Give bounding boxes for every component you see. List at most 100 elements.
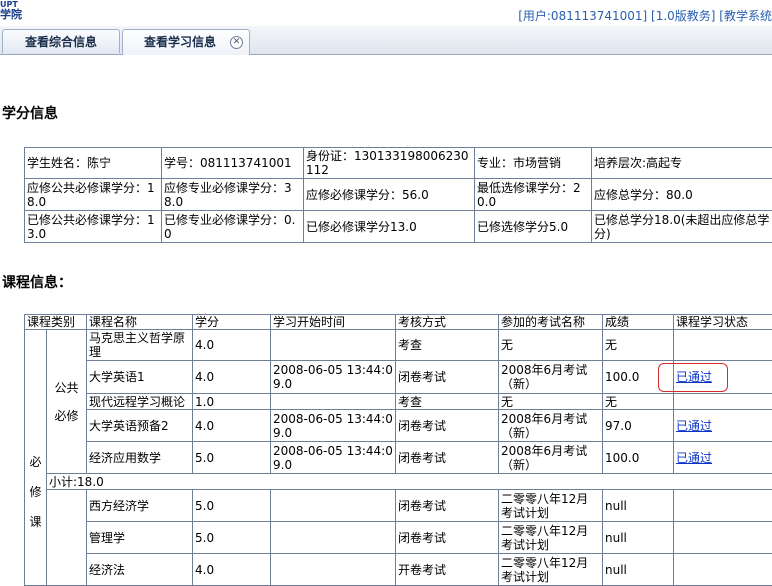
course-start: 2008-06-05 13:44:09.0 xyxy=(271,361,396,394)
course-section-title: 课程信息： xyxy=(2,272,72,292)
course-name: 大学英语预备2 xyxy=(87,410,193,442)
earned-mandatory-credit: 已修必修课学分13.0 xyxy=(304,211,475,243)
tab-study-info[interactable]: 查看学习信息 ✕ xyxy=(122,29,250,55)
header-credit: 学分 xyxy=(193,315,271,330)
header-score: 成绩 xyxy=(603,315,674,330)
tab-bar: 查看综合信息 查看学习信息 ✕ xyxy=(0,26,772,55)
course-score: 100.0 xyxy=(603,442,674,474)
course-start xyxy=(271,330,396,361)
earned-major-credit: 已修专业必修课学分：0.0 xyxy=(162,211,304,243)
student-id: 学号：081113741001 xyxy=(162,148,304,179)
course-start xyxy=(271,522,396,554)
category-public-required: 公共 必修 xyxy=(47,330,87,474)
logo-line-2: 学院 xyxy=(0,10,22,19)
course-exam-name: 无 xyxy=(499,394,603,410)
education-level: 培养层次:高起专 xyxy=(592,148,772,179)
course-exam-name: 2008年6月考试（新） xyxy=(499,410,603,442)
course-exam-name: 无 xyxy=(499,330,603,361)
course-credit: 4.0 xyxy=(193,361,271,394)
course-credit: 4.0 xyxy=(193,410,271,442)
course-name: 马克思主义哲学原理 xyxy=(87,330,193,361)
course-start xyxy=(271,394,396,410)
course-credit: 5.0 xyxy=(193,522,271,554)
course-exam-name: 二零零八年12月考试计划 xyxy=(499,490,603,522)
course-status xyxy=(674,490,772,522)
course-start xyxy=(271,554,396,586)
required-total-credit: 应修总学分：80.0 xyxy=(592,179,772,211)
public-label: 公共 xyxy=(49,381,84,395)
header-course-name: 课程名称 xyxy=(87,315,193,330)
course-exam-name: 二零零八年12月考试计划 xyxy=(499,522,603,554)
id-card: 身份证：130133198006230112 xyxy=(304,148,475,179)
course-exam-name: 二零零八年12月考试计划 xyxy=(499,554,603,586)
course-exam-type: 考查 xyxy=(396,394,499,410)
course-exam-name: 2008年6月考试（新） xyxy=(499,361,603,394)
table-row: 大学英语预备2 4.0 2008-06-05 13:44:09.0 闭卷考试 2… xyxy=(25,410,772,442)
course-name: 大学英语1 xyxy=(87,361,193,394)
course-start: 2008-06-05 13:44:09.0 xyxy=(271,442,396,474)
course-score: 无 xyxy=(603,330,674,361)
course-name: 经济法 xyxy=(87,554,193,586)
course-name: 西方经济学 xyxy=(87,490,193,522)
tab-label: 查看学习信息 xyxy=(144,35,216,49)
category-required: 必 修 课 xyxy=(25,330,47,586)
table-row: 经济法 4.0 开卷考试 二零零八年12月考试计划 null xyxy=(25,554,772,586)
course-name: 经济应用数学 xyxy=(87,442,193,474)
table-row: 管理学 5.0 闭卷考试 二零零八年12月考试计划 null xyxy=(25,522,772,554)
passed-link[interactable]: 已通过 xyxy=(676,451,712,465)
subtotal-row: 小计:18.0 xyxy=(25,474,772,490)
required-mandatory-credit: 应修必修课学分：56.0 xyxy=(304,179,475,211)
header-exam-name: 参加的考试名称 xyxy=(499,315,603,330)
course-status-cell: 已通过 xyxy=(674,410,772,442)
course-exam-type: 开卷考试 xyxy=(396,554,499,586)
header-start-time: 学习开始时间 xyxy=(271,315,396,330)
course-start xyxy=(271,490,396,522)
required-char: 修 xyxy=(27,485,44,499)
min-elective-credit: 最低选修课学分：20.0 xyxy=(475,179,592,211)
course-score: null xyxy=(603,522,674,554)
course-exam-type: 闭卷考试 xyxy=(396,490,499,522)
top-bar: UPT 学院 [用户:081113741001] [1.0版教务] [教学系统 xyxy=(0,0,772,26)
passed-link[interactable]: 已通过 xyxy=(676,419,712,433)
table-row: 必 修 课 公共 必修 马克思主义哲学原理 4.0 考查 无 无 xyxy=(25,330,772,361)
course-credit: 5.0 xyxy=(193,490,271,522)
course-status xyxy=(674,554,772,586)
course-exam-type: 闭卷考试 xyxy=(396,361,499,394)
required-public-credit: 应修公共必修课学分：18.0 xyxy=(25,179,162,211)
header-status: 课程学习状态 xyxy=(674,315,772,330)
major: 专业：市场营销 xyxy=(475,148,592,179)
credit-table: 学生姓名：陈宁 学号：081113741001 身份证：130133198006… xyxy=(24,147,772,243)
course-score: null xyxy=(603,554,674,586)
subtotal: 小计:18.0 xyxy=(47,474,772,490)
course-exam-type: 闭卷考试 xyxy=(396,522,499,554)
credit-section-title: 学分信息 xyxy=(2,103,58,123)
course-score: 无 xyxy=(603,394,674,410)
course-status xyxy=(674,522,772,554)
table-row: 经济应用数学 5.0 2008-06-05 13:44:09.0 闭卷考试 20… xyxy=(25,442,772,474)
course-credit: 5.0 xyxy=(193,442,271,474)
course-status xyxy=(674,394,772,410)
header-category: 课程类别 xyxy=(25,315,87,330)
required-major-credit: 应修专业必修课学分：38.0 xyxy=(162,179,304,211)
public-label: 必修 xyxy=(49,409,84,423)
credit-row: 已修公共必修课学分：13.0 已修专业必修课学分：0.0 已修必修课学分13.0… xyxy=(25,211,772,243)
course-exam-type: 闭卷考试 xyxy=(396,410,499,442)
student-name: 学生姓名：陈宁 xyxy=(25,148,162,179)
college-logo: UPT 学院 xyxy=(0,0,22,19)
earned-elective-credit: 已修选修学分5.0 xyxy=(475,211,592,243)
course-status xyxy=(674,330,772,361)
tab-overview-info[interactable]: 查看综合信息 xyxy=(2,29,120,53)
close-icon[interactable]: ✕ xyxy=(230,36,243,49)
course-start: 2008-06-05 13:44:09.0 xyxy=(271,410,396,442)
course-score: null xyxy=(603,490,674,522)
course-status-cell: 已通过 xyxy=(674,442,772,474)
course-exam-type: 闭卷考试 xyxy=(396,442,499,474)
tab-label: 查看综合信息 xyxy=(25,35,97,49)
earned-total-credit: 已修总学分18.0(未超出应修总学分) xyxy=(592,211,772,243)
user-info: [用户:081113741001] [1.0版教务] [教学系统 xyxy=(518,7,772,24)
credit-row: 学生姓名：陈宁 学号：081113741001 身份证：130133198006… xyxy=(25,148,772,179)
course-header-row: 课程类别 课程名称 学分 学习开始时间 考核方式 参加的考试名称 成绩 课程学习… xyxy=(25,315,772,330)
course-credit: 4.0 xyxy=(193,330,271,361)
highlight-annotation xyxy=(658,363,728,392)
course-credit: 1.0 xyxy=(193,394,271,410)
